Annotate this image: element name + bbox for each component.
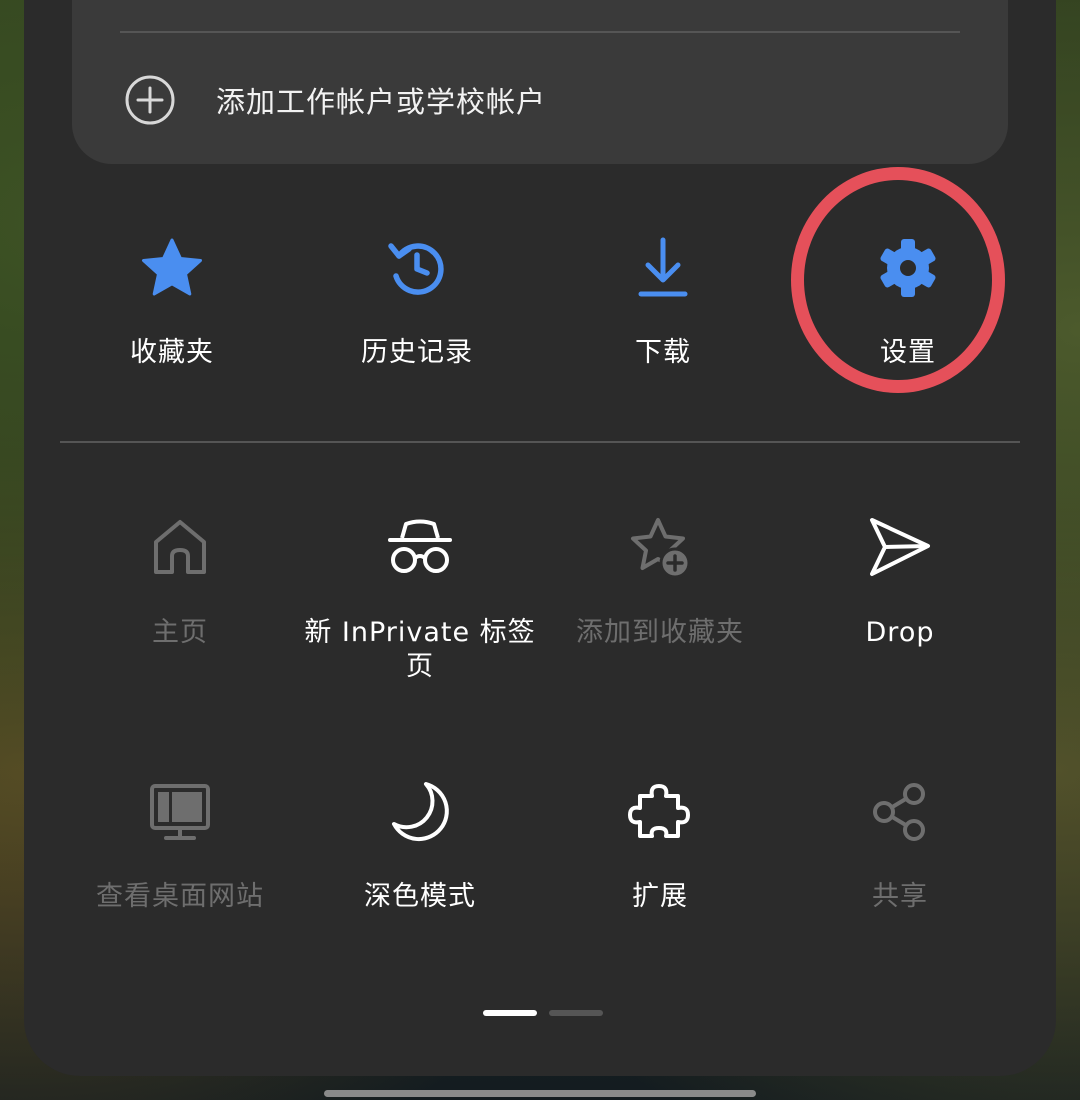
add-to-favorites-label: 添加到收藏夹 bbox=[576, 617, 744, 648]
add-account-label: 添加工作帐户或学校帐户 bbox=[216, 85, 547, 119]
dark-mode-label: 深色模式 bbox=[364, 881, 476, 912]
downloads-button[interactable]: 下载 bbox=[543, 236, 783, 370]
add-to-favorites-button[interactable]: 添加到收藏夹 bbox=[540, 516, 780, 650]
extensions-label: 扩展 bbox=[632, 881, 688, 912]
new-inprivate-tab-button[interactable]: 新 InPrivate 标签页 bbox=[300, 516, 540, 684]
moon-icon bbox=[392, 782, 449, 842]
send-icon bbox=[870, 518, 930, 576]
share-button[interactable]: 共享 bbox=[780, 780, 1020, 914]
star-plus-icon bbox=[631, 518, 691, 579]
downloads-label: 下载 bbox=[635, 337, 691, 368]
desktop-icon bbox=[150, 784, 210, 840]
system-home-bar[interactable] bbox=[324, 1090, 756, 1097]
download-icon bbox=[638, 237, 688, 297]
view-desktop-site-label: 查看桌面网站 bbox=[96, 881, 264, 912]
star-icon bbox=[142, 238, 202, 296]
home-button[interactable]: 主页 bbox=[60, 516, 300, 650]
dark-mode-button[interactable]: 深色模式 bbox=[300, 780, 540, 914]
puzzle-icon bbox=[628, 784, 690, 838]
page-indicator-active[interactable] bbox=[483, 1010, 537, 1016]
favorites-label: 收藏夹 bbox=[130, 337, 214, 368]
page-indicator-inactive[interactable] bbox=[549, 1010, 603, 1016]
drop-button[interactable]: Drop bbox=[780, 516, 1020, 650]
account-card-divider bbox=[120, 31, 960, 33]
settings-highlight-circle bbox=[791, 167, 1005, 393]
home-icon bbox=[154, 520, 206, 574]
add-circle-icon bbox=[125, 75, 175, 125]
view-desktop-site-button[interactable]: 查看桌面网站 bbox=[60, 780, 300, 914]
new-inprivate-tab-label: 新 InPrivate 标签页 bbox=[304, 617, 536, 682]
share-icon bbox=[873, 783, 925, 841]
home-label: 主页 bbox=[152, 617, 208, 648]
history-icon bbox=[388, 243, 444, 295]
history-label: 历史记录 bbox=[361, 337, 473, 368]
history-button[interactable]: 历史记录 bbox=[297, 236, 537, 370]
extensions-button[interactable]: 扩展 bbox=[540, 780, 780, 914]
menu-divider bbox=[60, 441, 1020, 443]
add-work-or-school-account-button[interactable]: 添加工作帐户或学校帐户 bbox=[124, 74, 824, 126]
inprivate-icon bbox=[388, 519, 452, 573]
share-label: 共享 bbox=[872, 881, 928, 912]
favorites-button[interactable]: 收藏夹 bbox=[52, 236, 292, 370]
drop-label: Drop bbox=[865, 617, 935, 648]
